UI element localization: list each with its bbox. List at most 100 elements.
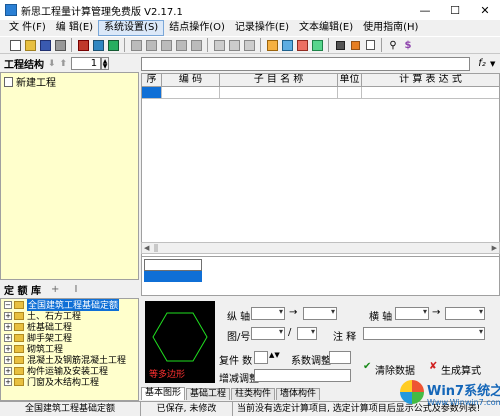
calc-strip[interactable] [141, 256, 500, 296]
price-icon[interactable]: $ [401, 38, 415, 52]
tab-columns[interactable]: 柱类构件 [231, 388, 276, 400]
vertical-axis-to-select[interactable] [303, 307, 337, 320]
new-file-icon[interactable] [8, 38, 22, 52]
deduct-input[interactable] [254, 369, 351, 382]
row-insert-icon[interactable] [227, 38, 241, 52]
move-down-icon[interactable]: ⬇ [48, 59, 56, 69]
preview-icon[interactable] [363, 38, 377, 52]
record-export-icon[interactable] [310, 38, 324, 52]
grid-cell[interactable] [162, 87, 220, 98]
check-icon[interactable] [348, 38, 362, 52]
menu-file[interactable]: 文 件(F) [4, 21, 51, 35]
expander-icon[interactable]: + [4, 355, 12, 364]
print-icon[interactable] [53, 38, 67, 52]
scroll-right-icon[interactable]: ▶ [492, 244, 497, 252]
open-folder-icon[interactable] [23, 38, 37, 52]
grid-cell[interactable] [142, 87, 162, 98]
tree-delete-icon[interactable] [174, 38, 188, 52]
move-up-icon[interactable]: ⬆ [60, 59, 68, 69]
col-expression[interactable]: 计 算 表 达 式 [362, 74, 499, 86]
tree-child-icon[interactable] [159, 38, 173, 52]
tree-root-node[interactable]: 新建工程 [1, 73, 138, 90]
slash-label: / [288, 327, 292, 338]
formula-dropdown-icon[interactable]: ▼ [490, 60, 500, 68]
grid-cell[interactable] [220, 87, 338, 98]
col-unit[interactable]: 单位 [338, 74, 362, 86]
quota-tree[interactable]: − 全国建筑工程基础定额 + 土、石方工程 + 桩基础工程 + 脚手架工程 + 砌筑工程 + 混凝土及… [0, 298, 139, 401]
generate-formula-button[interactable]: 生成算式 [441, 362, 481, 377]
structure-header: 工程结构 ⬇ ⬆ 1 ▲ ▼ [0, 55, 139, 72]
menu-record-ops[interactable]: 记录操作(E) [230, 21, 294, 35]
expander-icon[interactable]: + [4, 333, 12, 342]
function-icon[interactable]: f₂ [474, 58, 490, 69]
record-paste-icon[interactable] [280, 38, 294, 52]
drawing-sub-select[interactable] [297, 327, 317, 340]
col-seq[interactable]: 序 [142, 74, 162, 86]
expander-icon[interactable]: − [4, 300, 12, 309]
cut-icon[interactable] [76, 38, 90, 52]
horizontal-axis-to-select[interactable] [445, 307, 485, 320]
record-clear-icon[interactable] [295, 38, 309, 52]
tree-insert-icon[interactable] [144, 38, 158, 52]
col-code[interactable]: 编 码 [162, 74, 220, 86]
minimize-button[interactable]: — [410, 0, 440, 20]
copy-icon[interactable] [91, 38, 105, 52]
grid-cell[interactable] [362, 87, 499, 98]
coef-input[interactable] [329, 351, 351, 364]
menu-text-edit[interactable]: 文本编辑(E) [294, 21, 358, 35]
project-tree[interactable]: 新建工程 [0, 72, 139, 280]
calc-row[interactable] [144, 259, 202, 271]
menu-guide[interactable]: 使用指南(H) [358, 21, 423, 35]
deduct-label: 增减调整 [219, 374, 259, 385]
calc-row-selected[interactable] [144, 271, 202, 282]
expander-icon[interactable]: + [4, 311, 12, 320]
col-name[interactable]: 子 目 名 称 [220, 74, 338, 86]
items-grid[interactable]: 序 编 码 子 目 名 称 单位 计 算 表 达 式 [141, 73, 500, 260]
scroll-thumb[interactable] [154, 244, 158, 252]
folder-icon [14, 377, 24, 386]
grid-horizontal-scrollbar[interactable]: ◀ ▶ [141, 242, 500, 254]
drawing-no-label: 图/号 [227, 332, 251, 343]
vertical-axis-select[interactable] [251, 307, 285, 320]
count-input[interactable] [254, 351, 268, 364]
count-spin-icon[interactable]: ▲▼ [269, 351, 280, 359]
tab-foundation[interactable]: 基础工程 [186, 388, 231, 400]
close-button[interactable]: ✕ [470, 0, 500, 20]
save-icon[interactable] [38, 38, 52, 52]
tree-add-icon[interactable] [129, 38, 143, 52]
shape-preview: 等多边形 [145, 301, 215, 383]
find-icon[interactable]: ⚲ [386, 38, 400, 52]
menu-edit[interactable]: 编 辑(E) [51, 21, 98, 35]
tab-walls[interactable]: 墙体构件 [276, 388, 321, 400]
expander-icon[interactable]: + [4, 377, 12, 386]
maximize-button[interactable]: ☐ [440, 0, 470, 20]
expander-icon[interactable]: + [4, 322, 12, 331]
undo-icon[interactable] [333, 38, 347, 52]
expander-icon[interactable]: + [4, 366, 12, 375]
quota-ops[interactable]: + I [51, 284, 84, 295]
row-add-icon[interactable] [212, 38, 226, 52]
row-delete-icon[interactable] [242, 38, 256, 52]
record-copy-icon[interactable] [265, 38, 279, 52]
menu-node-ops[interactable]: 结点操作(O) [164, 21, 230, 35]
horizontal-axis-select[interactable] [395, 307, 429, 320]
clear-data-button[interactable]: 清除数据 [375, 362, 415, 377]
toolbar-separator [124, 38, 125, 52]
arrow-label: → [432, 307, 441, 318]
expander-icon[interactable]: + [4, 344, 12, 353]
formula-input[interactable] [141, 56, 470, 71]
grid-cell[interactable] [338, 87, 362, 98]
horizontal-axis-label: 横 轴 [369, 312, 393, 323]
note-select[interactable] [363, 327, 485, 340]
paste-icon[interactable] [106, 38, 120, 52]
tree-move-icon[interactable] [189, 38, 203, 52]
tab-basic-shapes[interactable]: 基本图形 [141, 387, 186, 400]
level-spin-input[interactable]: 1 [71, 57, 102, 70]
scroll-left-icon[interactable]: ◀ [144, 244, 149, 252]
list-item[interactable]: + 脚手架工程 [1, 332, 138, 344]
level-spin-arrows[interactable]: ▲ ▼ [101, 57, 110, 70]
drawing-no-select[interactable] [251, 327, 285, 340]
table-row[interactable] [142, 87, 499, 99]
list-item[interactable]: + 门窗及木结构工程 [1, 376, 138, 388]
menu-system-settings[interactable]: 系统设置(S) [98, 20, 165, 36]
